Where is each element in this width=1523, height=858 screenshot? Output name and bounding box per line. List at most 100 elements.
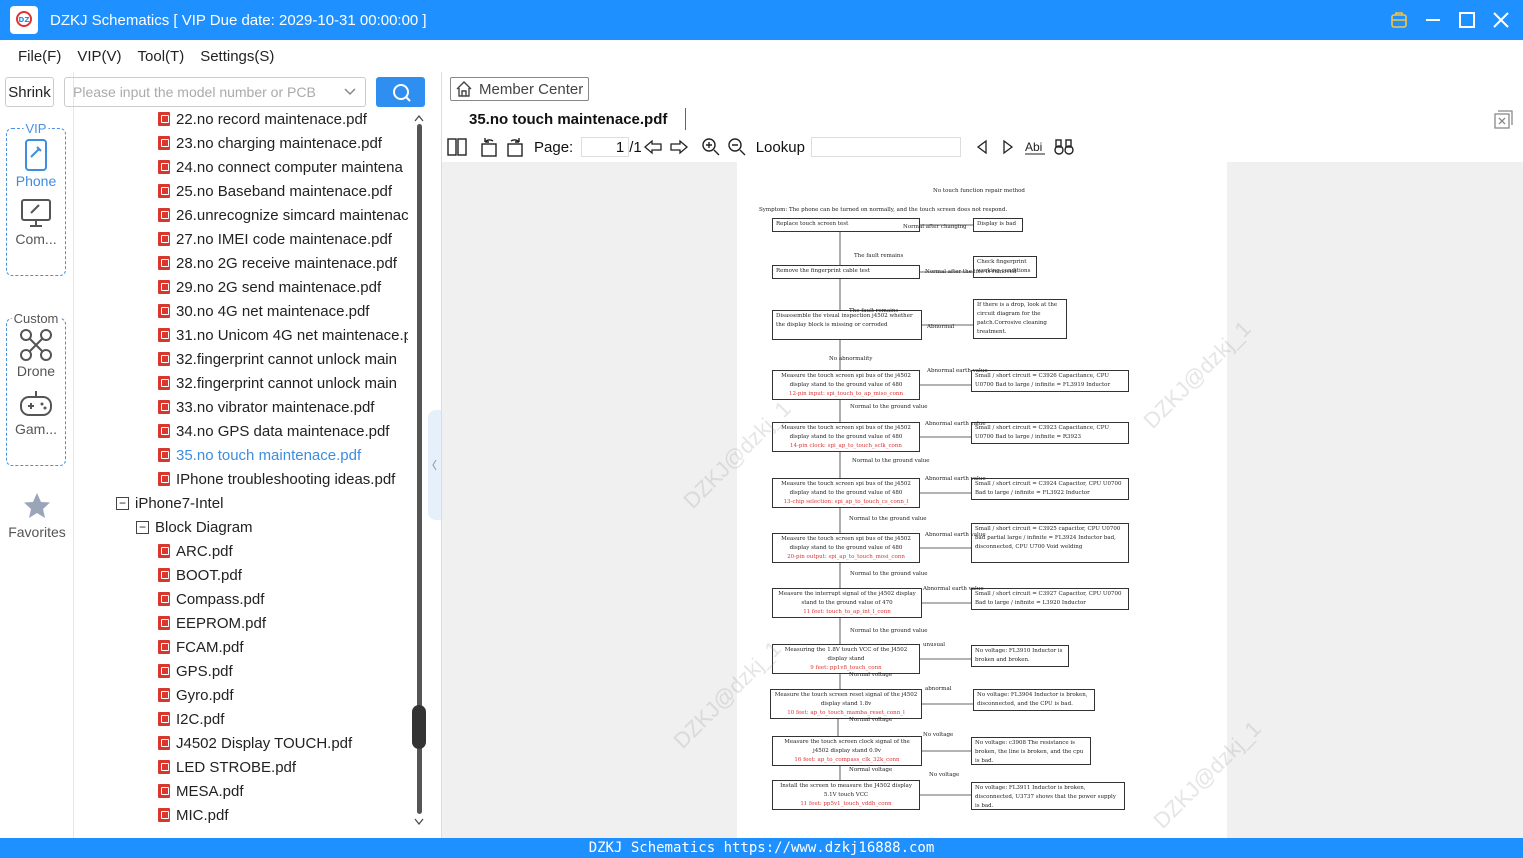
pdf-file-icon — [158, 352, 170, 366]
menu-settings[interactable]: Settings(S) — [192, 48, 282, 65]
flowchart-box: No voltage: FL3911 Inductor is broken, d… — [971, 782, 1125, 810]
tree-file-item[interactable]: MIC.pdf — [158, 803, 229, 827]
menu-vip[interactable]: VIP(V) — [69, 48, 129, 65]
flowchart-edge-label: Normal to the ground value — [850, 571, 928, 577]
file-label: IPhone troubleshooting ideas.pdf — [176, 470, 396, 488]
category-phone[interactable]: Phone — [7, 137, 65, 189]
flowchart-edge-label: Abnormal — [927, 324, 955, 330]
tree-file-item[interactable]: IPhone troubleshooting ideas.pdf — [158, 467, 395, 491]
flowchart-edge-label: abnormal — [925, 686, 952, 692]
find-binoculars-icon[interactable] — [1053, 136, 1075, 158]
tree-file-item[interactable]: GPS.pdf — [158, 659, 233, 683]
tree-file-item[interactable]: 33.no vibrator maintenace.pdf — [158, 395, 374, 419]
pdf-viewer[interactable]: Replace touch screen test Display is bad R… — [442, 162, 1523, 838]
category-drone[interactable]: Drone — [7, 327, 65, 379]
flowchart-edge-label: Normal to the ground value — [850, 404, 928, 410]
flowchart-box-signal: 10 feet: ap_to_touch_mamba_reset_conn_l — [787, 710, 905, 716]
flowchart-edge-label: Normal voltage — [849, 767, 893, 773]
dual-page-icon[interactable] — [446, 136, 468, 158]
zoom-in-icon[interactable] — [700, 136, 722, 158]
menu-file[interactable]: File(F) — [10, 48, 69, 65]
flowchart-box: Remove the fingerprint cable test — [772, 265, 920, 279]
search-button[interactable] — [376, 77, 425, 107]
shrink-button[interactable]: Shrink — [5, 77, 54, 107]
collapse-toggle-icon[interactable]: − — [136, 520, 149, 534]
tree-file-item[interactable]: Compass.pdf — [158, 587, 264, 611]
tree-file-item[interactable]: 31.no Unicom 4G net maintenace.p — [158, 323, 408, 347]
rotate-right-icon[interactable] — [504, 136, 526, 158]
tree-file-item[interactable]: LED STROBE.pdf — [158, 755, 296, 779]
flowchart-box: Replace touch screen test — [772, 218, 920, 232]
tab-document[interactable]: 35.no touch maintenace.pdf — [469, 111, 667, 128]
chevron-down-icon[interactable] — [343, 85, 357, 102]
scroll-thumb[interactable] — [412, 705, 426, 749]
tree-file-item[interactable]: MESA.pdf — [158, 779, 244, 803]
file-label: LED STROBE.pdf — [176, 758, 297, 776]
tree-file-item[interactable]: 26.unrecognize simcard maintenac — [158, 203, 408, 227]
tree-file-item[interactable]: 22.no record maintenace.pdf — [158, 107, 367, 131]
category-computer[interactable]: Com... — [7, 195, 65, 247]
prev-page-icon[interactable] — [642, 136, 664, 158]
favorites[interactable]: Favorites — [0, 488, 74, 540]
category-game[interactable]: Gam... — [7, 385, 65, 437]
close-tab-icon[interactable] — [1493, 110, 1513, 130]
minimize-icon[interactable] — [1423, 10, 1443, 30]
tree-file-item[interactable]: Gyro.pdf — [158, 683, 234, 707]
flowchart-box-signal: 20-pin output: spi_ap_to_touch_mosi_conn — [787, 554, 905, 560]
member-center-button[interactable]: Member Center — [450, 77, 589, 101]
collapse-toggle-icon[interactable]: − — [116, 496, 129, 510]
tree-file-item[interactable]: 23.no charging maintenace.pdf — [158, 131, 382, 155]
flowchart-box-text: Small / short circuit = C3924 Capacitor,… — [975, 481, 1122, 496]
rotate-left-icon[interactable] — [478, 136, 500, 158]
tree-file-item[interactable]: 34.no GPS data maintenace.pdf — [158, 419, 389, 443]
tree-folder-block-diagram[interactable]: − Block Diagram — [136, 515, 253, 539]
tree-file-item[interactable]: BOOT.pdf — [158, 563, 242, 587]
pdf-file-icon — [158, 760, 170, 774]
menu-tool[interactable]: Tool(T) — [130, 48, 193, 65]
tree-file-item[interactable]: FCAM.pdf — [158, 635, 244, 659]
flowchart-edge-label: The fault remains — [849, 308, 899, 314]
tree-file-item[interactable]: 29.no 2G send maintenace.pdf — [158, 275, 381, 299]
pdf-file-icon — [158, 256, 170, 270]
flowchart-edge-label: Abnormal earth value — [925, 476, 986, 482]
flowchart-box-text: No voltage: FL3904 Inductor is broken, d… — [977, 692, 1088, 707]
pdf-file-icon — [158, 280, 170, 294]
tree-file-item-selected[interactable]: 35.no touch maintenace.pdf — [158, 443, 361, 467]
tree-file-item[interactable]: 32.fingerprint cannot unlock main — [158, 347, 397, 371]
zoom-out-icon[interactable] — [726, 136, 748, 158]
tree-file-item[interactable]: EEPROM.pdf — [158, 611, 266, 635]
page-number-input[interactable]: 1 — [581, 137, 630, 157]
flowchart-box-text: Measure the touch screen clock signal of… — [784, 739, 910, 754]
svg-text:Abi: Abi — [1025, 140, 1042, 154]
tree-file-item[interactable]: J4502 Display TOUCH.pdf — [158, 731, 352, 755]
next-page-icon[interactable] — [668, 136, 690, 158]
tree-file-item[interactable]: ARC.pdf — [158, 539, 233, 563]
lookup-input[interactable] — [810, 137, 961, 157]
tree-scrollbar[interactable] — [408, 110, 430, 830]
flowchart-edge-label: The fault remains — [854, 253, 904, 259]
tree-file-item[interactable]: I2C.pdf — [158, 707, 224, 731]
close-icon[interactable] — [1491, 10, 1511, 30]
find-prev-icon[interactable] — [971, 136, 993, 158]
file-label: MESA.pdf — [176, 782, 244, 800]
match-case-icon[interactable]: Abi — [1023, 136, 1049, 158]
tree-folder-iphone7[interactable]: − iPhone7-Intel — [116, 491, 223, 515]
search-placeholder: Please input the model number or PCB — [73, 84, 316, 100]
flowchart-edge-label: No abnormality — [829, 356, 873, 362]
tree-file-item[interactable]: 27.no IMEI code maintenace.pdf — [158, 227, 392, 251]
tree-file-item[interactable]: 30.no 4G net maintenace.pdf — [158, 299, 369, 323]
custom-tag: Custom — [11, 311, 61, 326]
panel-splitter[interactable] — [428, 410, 441, 520]
tree-file-item[interactable]: 25.no Baseband maintenace.pdf — [158, 179, 392, 203]
pdf-file-icon — [158, 544, 170, 558]
flowchart-box-text: Display is bad — [977, 221, 1017, 227]
tree-file-item[interactable]: 32.fingerprint cannot unlock main — [158, 371, 397, 395]
search-input[interactable]: Please input the model number or PCB — [64, 77, 366, 107]
tree-file-item[interactable]: 24.no connect computer maintena — [158, 155, 403, 179]
flowchart-box: Measure the touch screen spi bus of the … — [772, 370, 920, 400]
skin-icon[interactable] — [1389, 10, 1409, 30]
maximize-icon[interactable] — [1457, 10, 1477, 30]
tree-file-item[interactable]: 28.no 2G receive maintenace.pdf — [158, 251, 397, 275]
find-next-icon[interactable] — [997, 136, 1019, 158]
flowchart-box-text: No voltage: FL3910 Inductor is broken an… — [975, 648, 1063, 663]
